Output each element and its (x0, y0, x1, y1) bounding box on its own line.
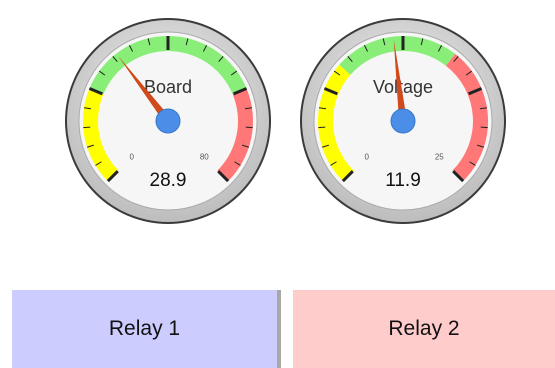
gauge-min-label: 0 (129, 152, 134, 161)
gauge-max-label: 80 (200, 152, 209, 161)
gauge-board: 0 80 Board 28.9 (63, 16, 273, 226)
gauge-minor-tick (245, 126, 253, 129)
relay-2-button[interactable]: Relay 2 (293, 290, 555, 368)
gauge-minor-tick (480, 126, 488, 129)
gauge-max-label: 25 (435, 152, 444, 161)
gauge-hub (155, 108, 181, 134)
gauge-voltage-svg: 0 25 Voltage 11.9 (300, 18, 506, 224)
gauge-hub (390, 108, 416, 134)
gauge-board-svg: 0 80 Board 28.9 (65, 18, 271, 224)
gauge-voltage: 0 25 Voltage 11.9 (298, 16, 508, 226)
relay-1-button[interactable]: Relay 1 (12, 290, 281, 368)
gauge-min-label: 0 (364, 152, 369, 161)
gauge-minor-tick (83, 126, 91, 129)
gauge-value-readout: 11.9 (385, 170, 421, 191)
gauge-title: Voltage (373, 77, 433, 97)
gauge-minor-tick (318, 126, 326, 129)
gauge-title: Board (144, 77, 192, 97)
gauge-value-readout: 28.9 (150, 170, 187, 191)
